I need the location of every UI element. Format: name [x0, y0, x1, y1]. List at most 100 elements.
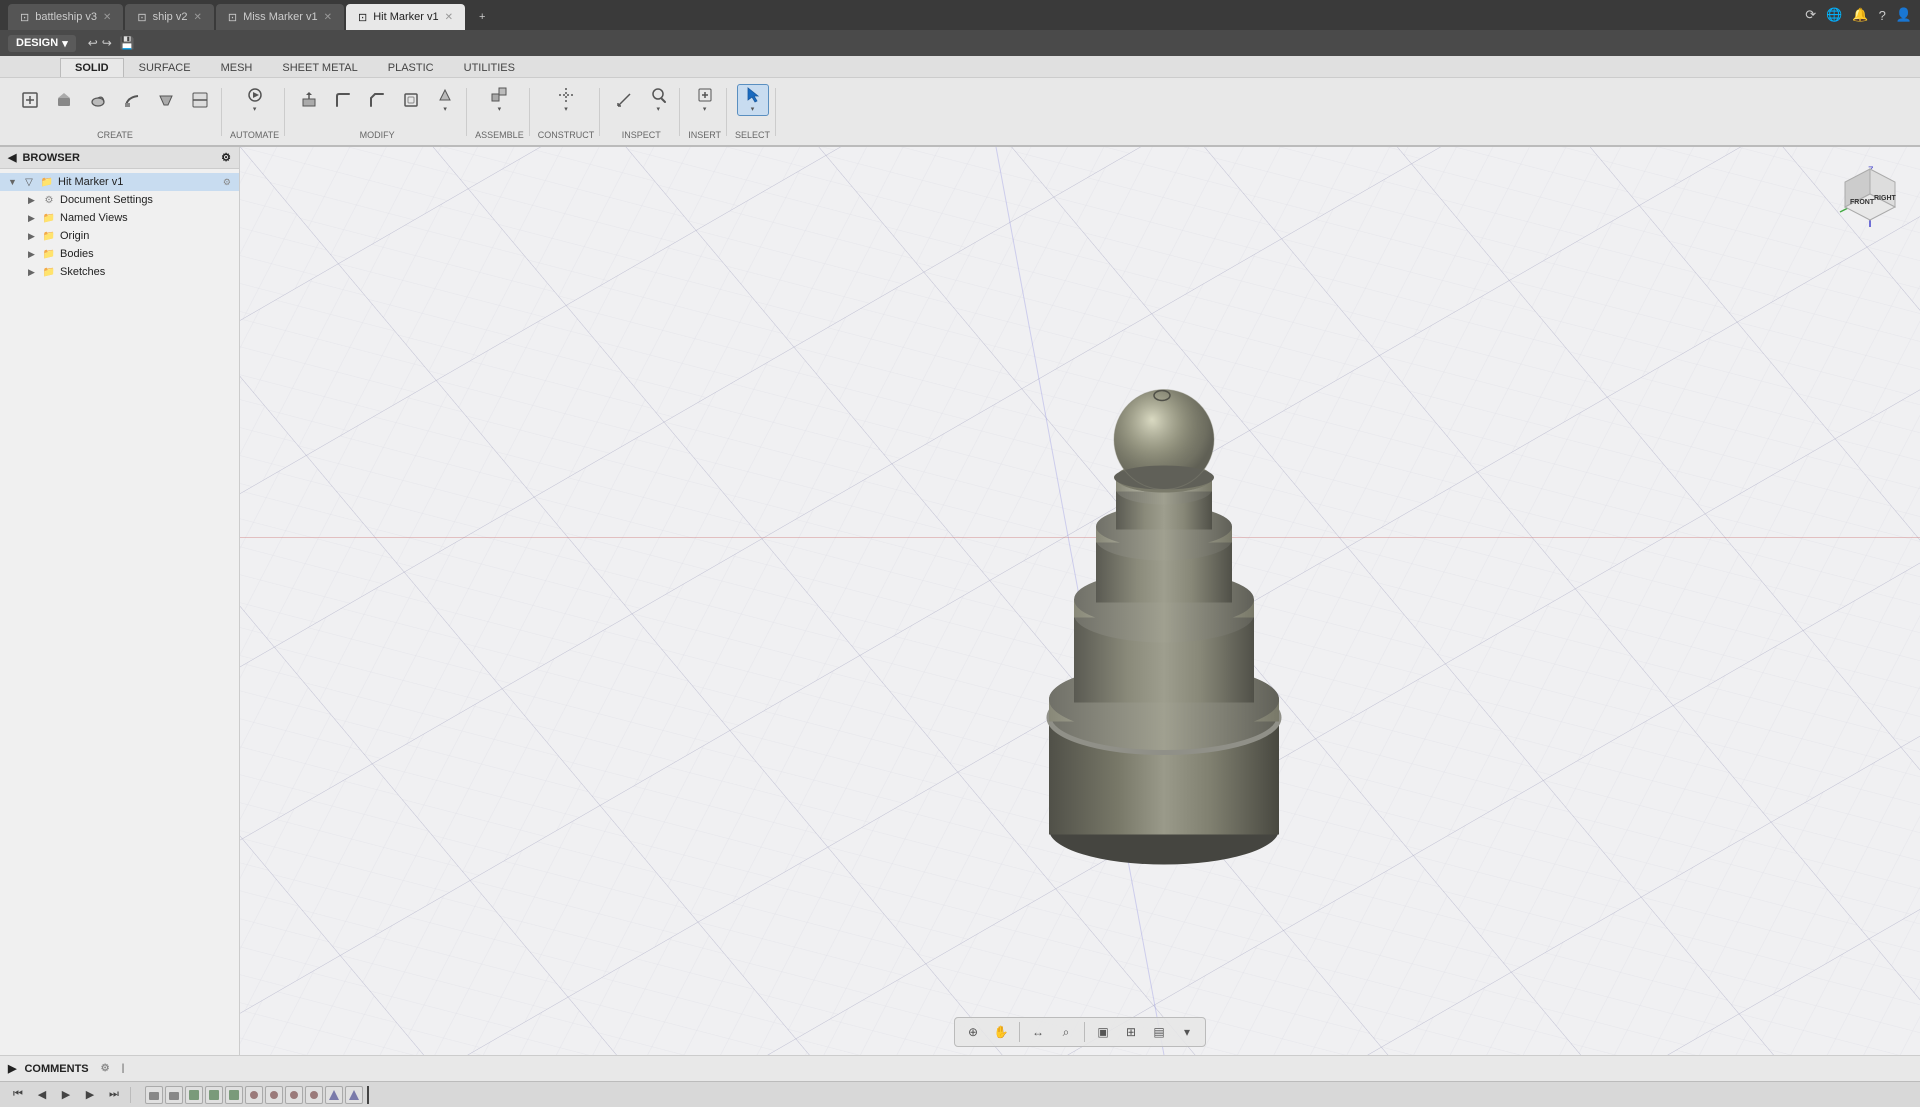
- tab-miss-marker[interactable]: ⊡ Miss Marker v1 ✕: [216, 4, 344, 30]
- comments-collapse-icon[interactable]: |: [122, 1063, 125, 1074]
- display-mode-button[interactable]: ▣: [1091, 1020, 1115, 1044]
- help-icon[interactable]: ?: [1879, 8, 1886, 23]
- view-options-chevron[interactable]: ▾: [1175, 1020, 1199, 1044]
- titlebar-right: ⟳ 🌐 🔔 ? 👤: [1805, 7, 1912, 23]
- tab-battleship-v3[interactable]: ⊡ battleship v3 ✕: [8, 4, 123, 30]
- new-tab-icon: +: [479, 11, 485, 23]
- pan-button[interactable]: ✋: [989, 1020, 1013, 1044]
- timeline-step-4[interactable]: [205, 1086, 223, 1104]
- shell-button[interactable]: [395, 84, 427, 116]
- viewcube[interactable]: Z FRONT RIGHT: [1830, 157, 1910, 237]
- timeline-next[interactable]: ▶: [80, 1085, 100, 1105]
- assemble-button[interactable]: ▾: [483, 84, 515, 116]
- rib-button[interactable]: [184, 84, 216, 116]
- inspect-button[interactable]: ▾: [642, 84, 674, 116]
- fit-to-screen-button[interactable]: ⊕: [961, 1020, 985, 1044]
- tab-close-miss[interactable]: ✕: [324, 12, 332, 23]
- timeline-step-1[interactable]: [145, 1086, 163, 1104]
- zoom-button[interactable]: ⌕: [1054, 1020, 1078, 1044]
- design-button[interactable]: DESIGN ▾: [8, 35, 76, 52]
- timeline-skip-end[interactable]: ⏭: [104, 1085, 124, 1105]
- save-icon[interactable]: 💾: [120, 36, 135, 50]
- comments-expand-icon[interactable]: ▶: [8, 1062, 16, 1075]
- revolve-button[interactable]: [82, 84, 114, 116]
- select-label: SELECT: [735, 130, 770, 140]
- tab-close-ship[interactable]: ✕: [193, 12, 201, 23]
- browser-collapse-icon[interactable]: ◀: [8, 151, 16, 164]
- timeline-step-8[interactable]: [285, 1086, 303, 1104]
- tree-settings-icon[interactable]: ⚙: [223, 177, 231, 188]
- bell-icon[interactable]: 🔔: [1852, 7, 1868, 23]
- tab-close-hit[interactable]: ✕: [445, 12, 453, 23]
- construct-button[interactable]: ▾: [550, 84, 582, 116]
- refresh-icon[interactable]: ⟳: [1805, 7, 1816, 23]
- tab-hit-marker[interactable]: ⊡ Hit Marker v1 ✕: [346, 4, 465, 30]
- browser-settings-icon[interactable]: ⚙: [221, 151, 231, 164]
- new-tab-button[interactable]: +: [467, 4, 497, 30]
- inspect-label: INSPECT: [622, 130, 661, 140]
- tree-item-sketches[interactable]: ▶ 📁 Sketches: [0, 263, 239, 281]
- toolbar-tabs: SOLID SURFACE MESH SHEET METAL PLASTIC U…: [0, 56, 1920, 78]
- automate-group: ▾ AUTOMATE: [224, 80, 285, 144]
- tree-item-bodies[interactable]: ▶ 📁 Bodies: [0, 245, 239, 263]
- select-button[interactable]: ▾: [737, 84, 769, 116]
- tab-plastic[interactable]: PLASTIC: [373, 58, 449, 77]
- insert-button[interactable]: ▾: [689, 84, 721, 116]
- timeline-step-2[interactable]: [165, 1086, 183, 1104]
- tab-surface[interactable]: SURFACE: [124, 58, 206, 77]
- comments-label: COMMENTS: [24, 1063, 88, 1075]
- automate-button[interactable]: ▾: [239, 84, 271, 116]
- tree-item-origin[interactable]: ▶ 📁 Origin: [0, 227, 239, 245]
- draft-button[interactable]: ▾: [429, 84, 461, 116]
- measure-button[interactable]: [608, 84, 640, 116]
- globe-icon[interactable]: 🌐: [1826, 7, 1842, 23]
- redo-button[interactable]: ↪: [102, 36, 112, 50]
- press-pull-button[interactable]: [293, 84, 325, 116]
- tree-item-named-views[interactable]: ▶ 📁 Named Views: [0, 209, 239, 227]
- tab-ship-v2[interactable]: ⊡ ship v2 ✕: [125, 4, 213, 30]
- tree-label-doc: Document Settings: [60, 194, 231, 206]
- tab-utilities[interactable]: UTILITIES: [449, 58, 530, 77]
- assemble-group: ▾ ASSEMBLE: [469, 80, 530, 144]
- timeline-step-7[interactable]: [265, 1086, 283, 1104]
- browser-tree: ▼ ▽ 📁 Hit Marker v1 ⚙ ▶ ⚙ Document Setti…: [0, 169, 239, 1055]
- grid-button[interactable]: ⊞: [1119, 1020, 1143, 1044]
- tab-close-battleship[interactable]: ✕: [103, 12, 111, 23]
- extrude-button[interactable]: [48, 84, 80, 116]
- inspect-icons: ▾: [608, 84, 674, 116]
- viewport[interactable]: Z FRONT RIGHT ⊕ ✋ ↔ ⌕ ▣ ⊞ ▤ ▾: [240, 147, 1920, 1055]
- titlebar: ⊡ battleship v3 ✕ ⊡ ship v2 ✕ ⊡ Miss Mar…: [0, 0, 1920, 30]
- tabs-area: ⊡ battleship v3 ✕ ⊡ ship v2 ✕ ⊡ Miss Mar…: [8, 0, 1805, 30]
- timeline-step-11[interactable]: [345, 1086, 363, 1104]
- tab-solid[interactable]: SOLID: [60, 58, 124, 77]
- timeline-step-6[interactable]: [245, 1086, 263, 1104]
- tree-item-document-settings[interactable]: ▶ ⚙ Document Settings: [0, 191, 239, 209]
- fillet-button[interactable]: [327, 84, 359, 116]
- timeline-step-10[interactable]: [325, 1086, 343, 1104]
- timeline-marker: [367, 1086, 369, 1104]
- user-icon[interactable]: 👤: [1896, 7, 1912, 23]
- loft-button[interactable]: [150, 84, 182, 116]
- timeline-skip-start[interactable]: ⏮: [8, 1085, 28, 1105]
- timeline-step-5[interactable]: [225, 1086, 243, 1104]
- toolbar-container: DESIGN ▾ ↩ ↪ 💾 SOLID SURFACE MESH SHEET …: [0, 30, 1920, 147]
- tab-sheet-metal[interactable]: SHEET METAL: [267, 58, 372, 77]
- timeline-play[interactable]: ▶: [56, 1085, 76, 1105]
- design-bar: DESIGN ▾ ↩ ↪ 💾: [0, 30, 1920, 56]
- browser-header: ◀ BROWSER ⚙: [0, 147, 239, 169]
- chamfer-button[interactable]: [361, 84, 393, 116]
- tree-root-item[interactable]: ▼ ▽ 📁 Hit Marker v1 ⚙: [0, 173, 239, 191]
- timeline-prev[interactable]: ◀: [32, 1085, 52, 1105]
- timeline-step-3[interactable]: [185, 1086, 203, 1104]
- automate-label: AUTOMATE: [230, 130, 279, 140]
- new-component-button[interactable]: [14, 84, 46, 116]
- undo-button[interactable]: ↩: [88, 36, 98, 50]
- tab-mesh[interactable]: MESH: [206, 58, 268, 77]
- comments-settings-icon[interactable]: ⚙: [101, 1063, 110, 1074]
- sweep-button[interactable]: [116, 84, 148, 116]
- orbit-button[interactable]: ↔: [1026, 1020, 1050, 1044]
- browser-panel: ◀ BROWSER ⚙ ▼ ▽ 📁 Hit Marker v1 ⚙ ▶ ⚙ Do…: [0, 147, 240, 1055]
- model-container: [944, 330, 1384, 873]
- timeline-step-9[interactable]: [305, 1086, 323, 1104]
- view-options-button[interactable]: ▤: [1147, 1020, 1171, 1044]
